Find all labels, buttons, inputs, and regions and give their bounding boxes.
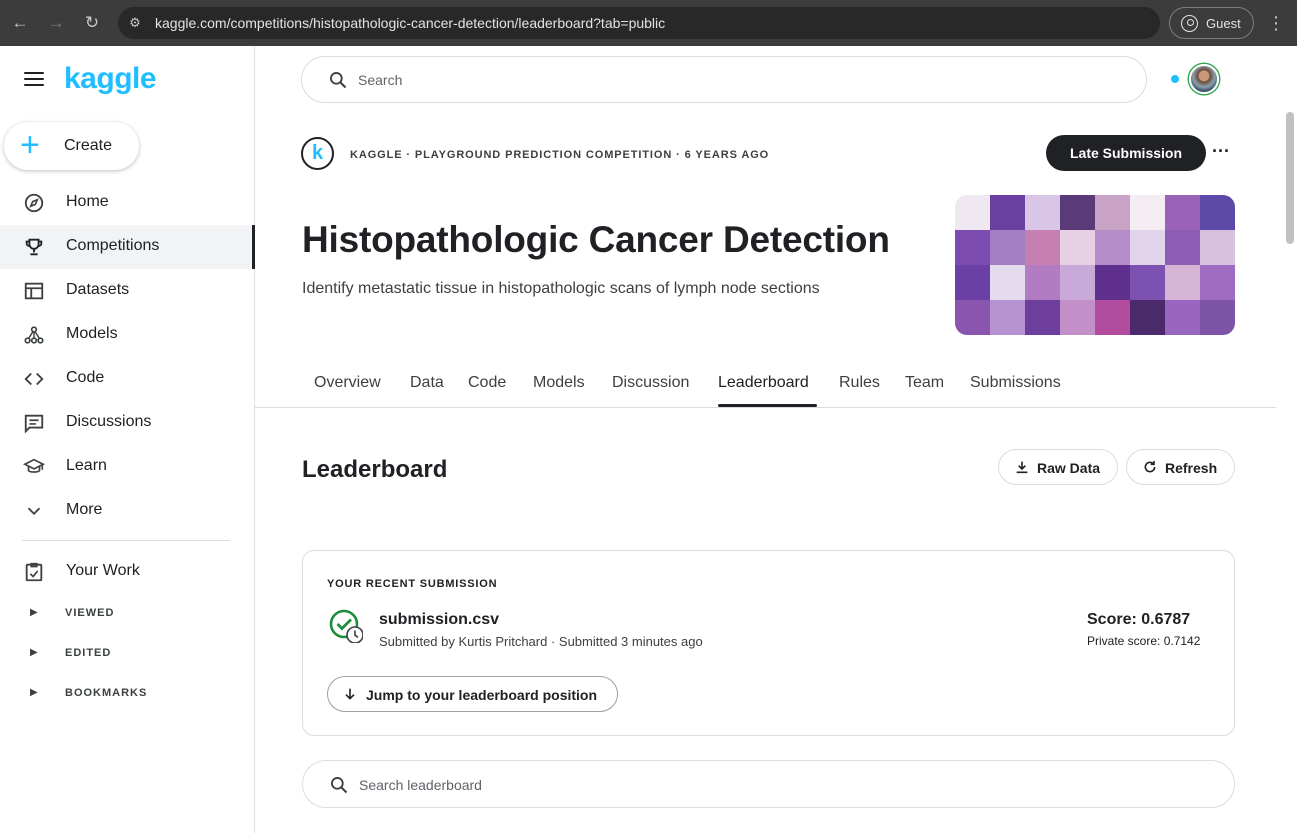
competition-banner-image xyxy=(955,195,1235,335)
trophy-icon xyxy=(25,238,43,256)
chevron-down-icon xyxy=(27,507,41,516)
raw-data-label: Raw Data xyxy=(1037,460,1101,476)
search-icon xyxy=(330,72,347,89)
private-score: Private score: 0.7142 xyxy=(1087,634,1201,648)
sidebar-item-discussions[interactable]: Discussions xyxy=(0,401,254,445)
refresh-button[interactable]: Refresh xyxy=(1126,449,1235,485)
caret-right-icon: ▶ xyxy=(30,607,38,618)
sidebar-item-label: Discussions xyxy=(66,413,152,430)
public-score: Score: 0.6787 xyxy=(1087,611,1191,628)
create-label: Create xyxy=(64,137,113,154)
caret-right-icon: ▶ xyxy=(30,687,38,698)
tab-submissions[interactable]: Submissions xyxy=(970,374,1061,392)
sidebar-item-your-work[interactable]: Your Work xyxy=(0,550,254,594)
plus-icon: + xyxy=(20,126,40,164)
tab-team[interactable]: Team xyxy=(905,374,944,392)
page-subtitle: Identify metastatic tissue in histopatho… xyxy=(302,280,820,297)
sidebar-item-competitions[interactable]: Competitions xyxy=(0,225,255,269)
caret-right-icon: ▶ xyxy=(30,647,38,658)
search-placeholder: Search xyxy=(358,72,403,88)
page-title: Histopathologic Cancer Detection xyxy=(302,219,890,260)
sidebar-section-viewed[interactable]: ▶ VIEWED xyxy=(0,599,254,629)
kaggle-logo[interactable]: kaggle xyxy=(64,62,157,96)
tab-overview[interactable]: Overview xyxy=(314,374,381,392)
sidebar-item-datasets[interactable]: Datasets xyxy=(0,269,254,313)
tab-code[interactable]: Code xyxy=(468,374,506,392)
url-text: kaggle.com/competitions/histopathologic-… xyxy=(155,15,666,31)
browser-menu-icon[interactable]: ⋮ xyxy=(1266,11,1286,35)
profile-button[interactable]: Guest xyxy=(1169,7,1254,39)
school-icon xyxy=(22,458,46,473)
section-label: VIEWED xyxy=(65,607,115,619)
active-tab-indicator xyxy=(718,404,817,407)
competition-meta: KAGGLE · PLAYGROUND PREDICTION COMPETITI… xyxy=(350,149,770,161)
sidebar-item-home[interactable]: Home xyxy=(0,181,254,225)
submission-file-name[interactable]: submission.csv xyxy=(379,611,499,629)
compass-icon xyxy=(24,193,44,213)
notification-dot xyxy=(1171,75,1179,83)
sidebar-section-edited[interactable]: ▶ EDITED xyxy=(0,639,254,669)
tab-leaderboard[interactable]: Leaderboard xyxy=(718,374,809,392)
download-icon xyxy=(1016,461,1028,474)
leaderboard-search-placeholder: Search leaderboard xyxy=(359,777,482,793)
more-options-icon[interactable]: ··· xyxy=(1210,140,1232,164)
reload-icon[interactable]: ↻ xyxy=(80,11,104,35)
sidebar: kaggle + Create Home Competitions Datase… xyxy=(0,46,255,833)
tab-rules[interactable]: Rules xyxy=(839,374,880,392)
search-icon xyxy=(331,777,348,794)
tab-data[interactable]: Data xyxy=(410,374,444,392)
section-label: EDITED xyxy=(65,647,112,659)
clipboard-icon xyxy=(25,562,43,582)
sidebar-item-label: Learn xyxy=(66,457,107,474)
back-arrow-icon[interactable]: ← xyxy=(8,11,32,35)
scrollbar[interactable] xyxy=(1286,112,1294,244)
sidebar-divider xyxy=(22,540,230,541)
profile-label: Guest xyxy=(1206,16,1241,31)
forward-arrow-icon[interactable]: → xyxy=(44,11,68,35)
jump-label: Jump to your leaderboard position xyxy=(366,687,598,703)
competition-tabs: Overview Data Code Models Discussion Lea… xyxy=(255,362,1276,408)
sidebar-item-label: Code xyxy=(66,369,105,386)
models-icon xyxy=(24,326,44,344)
submission-byline: Submitted by Kurtis Pritchard · Submitte… xyxy=(379,634,703,649)
menu-icon[interactable] xyxy=(24,72,44,86)
avatar[interactable] xyxy=(1189,64,1219,94)
tab-models[interactable]: Models xyxy=(533,374,585,392)
sidebar-item-label: More xyxy=(66,501,103,518)
refresh-label: Refresh xyxy=(1165,460,1218,476)
leaderboard-search-input[interactable]: Search leaderboard xyxy=(302,760,1235,808)
sidebar-section-bookmarks[interactable]: ▶ BOOKMARKS xyxy=(0,679,254,709)
create-button[interactable]: + Create xyxy=(4,122,139,170)
tab-discussion[interactable]: Discussion xyxy=(612,374,689,392)
section-label: BOOKMARKS xyxy=(65,687,148,699)
sidebar-item-code[interactable]: Code xyxy=(0,357,254,401)
sidebar-item-label: Home xyxy=(66,193,109,210)
recent-submission-card: YOUR RECENT SUBMISSION submission.csv Su… xyxy=(302,550,1235,736)
sidebar-item-learn[interactable]: Learn xyxy=(0,445,254,489)
leaderboard-heading: Leaderboard xyxy=(302,456,448,483)
sidebar-item-more[interactable]: More xyxy=(0,489,254,533)
sidebar-item-label: Your Work xyxy=(66,562,140,579)
sidebar-item-label: Datasets xyxy=(66,281,130,298)
sidebar-item-models[interactable]: Models xyxy=(0,313,254,357)
late-submission-button[interactable]: Late Submission xyxy=(1046,135,1206,171)
site-search-input[interactable]: Search xyxy=(301,56,1147,103)
table-icon xyxy=(24,282,44,300)
arrow-down-icon xyxy=(345,688,355,700)
person-icon xyxy=(1181,15,1198,32)
host-logo[interactable]: k xyxy=(301,137,334,170)
sidebar-item-label: Competitions xyxy=(66,237,160,254)
browser-toolbar: ← → ↻ ⚙ kaggle.com/competitions/histopat… xyxy=(0,0,1297,46)
jump-to-position-button[interactable]: Jump to your leaderboard position xyxy=(327,676,618,712)
site-settings-icon[interactable]: ⚙ xyxy=(126,14,144,32)
card-kicker: YOUR RECENT SUBMISSION xyxy=(327,578,498,590)
sidebar-item-label: Models xyxy=(66,325,118,342)
raw-data-button[interactable]: Raw Data xyxy=(998,449,1118,485)
address-bar[interactable]: ⚙ kaggle.com/competitions/histopathologi… xyxy=(118,7,1160,39)
check-clock-icon xyxy=(329,609,363,643)
comments-icon xyxy=(24,414,44,434)
code-icon xyxy=(24,372,44,386)
refresh-icon xyxy=(1144,461,1156,473)
